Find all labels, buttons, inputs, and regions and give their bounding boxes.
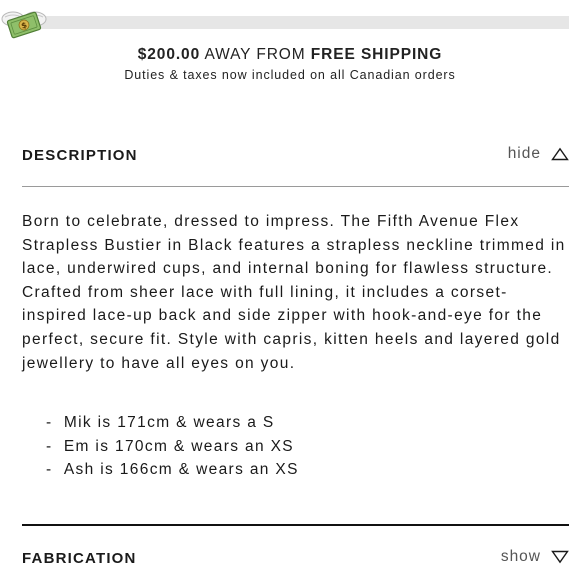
description-title: DESCRIPTION — [22, 147, 138, 164]
shipping-amount: $200.00 — [137, 46, 201, 63]
shipping-threshold-text: $200.00 AWAY FROM FREE SHIPPING — [0, 46, 580, 64]
fabrication-header[interactable]: FABRICATION show — [22, 546, 569, 576]
hide-label[interactable]: hide — [508, 145, 541, 163]
list-item: Em is 170cm & wears an XS — [46, 435, 299, 459]
model-size-list: Mik is 171cm & wears a S Em is 170cm & w… — [46, 411, 299, 482]
fabrication-toggle[interactable]: show — [501, 548, 569, 566]
product-description: Born to celebrate, dressed to impress. T… — [22, 213, 566, 372]
show-label[interactable]: show — [501, 548, 541, 566]
fabrication-title: FABRICATION — [22, 550, 137, 567]
shipping-progress-bar — [22, 16, 569, 29]
fabrication-divider — [22, 524, 569, 526]
shipping-away-text: AWAY FROM — [204, 46, 306, 63]
duties-note: Duties & taxes now included on all Canad… — [124, 68, 456, 82]
shipping-promo-bar: $ $200.00 AWAY FROM FREE SHIPPING Duties… — [0, 0, 580, 86]
list-item: Mik is 171cm & wears a S — [46, 411, 299, 435]
free-shipping-text: FREE SHIPPING — [310, 46, 443, 63]
description-header[interactable]: DESCRIPTION hide — [22, 143, 569, 173]
list-item: Ash is 166cm & wears an XS — [46, 458, 299, 482]
description-divider — [22, 186, 569, 187]
description-toggle[interactable]: hide — [508, 145, 569, 163]
chevron-up-icon[interactable] — [551, 147, 569, 161]
money-wings-icon: $ — [1, 11, 47, 39]
chevron-down-icon[interactable] — [551, 550, 569, 564]
